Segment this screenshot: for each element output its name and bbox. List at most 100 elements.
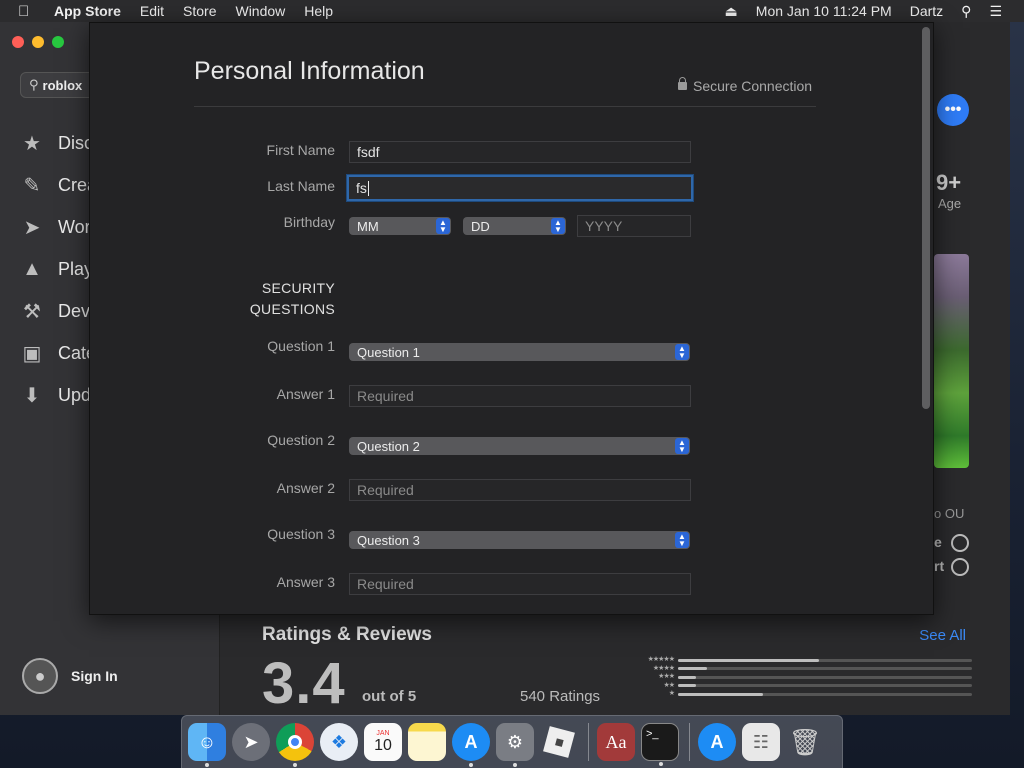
app-link-text[interactable]: e	[934, 534, 942, 550]
question-1-select[interactable]: Question 1 ▲ ▼	[349, 343, 690, 361]
roblox-icon[interactable]	[540, 723, 578, 761]
lock-icon	[678, 77, 687, 90]
first-name-value: fsdf	[357, 144, 380, 160]
rating-score: 3.4	[262, 651, 346, 716]
rating-bar-row: ★★★★★	[622, 656, 972, 664]
rating-stars-icon: ★★★★★	[647, 656, 675, 663]
terminal-icon[interactable]: >_	[641, 723, 679, 766]
running-indicator	[205, 763, 209, 767]
sidebar-item-label: Disc	[58, 132, 93, 153]
answer-1-field[interactable]: Required	[349, 385, 691, 407]
security-heading-line2: QUESTIONS	[249, 301, 335, 317]
answer-3-field[interactable]: Required	[349, 573, 691, 595]
document-icon[interactable]: ☷	[742, 723, 780, 761]
chevron-up-down-icon: ▲ ▼	[675, 344, 689, 360]
answer-1-placeholder: Required	[357, 388, 414, 404]
rating-bar-fill	[678, 658, 820, 662]
rating-distribution: ★★★★★ ★★★★ ★★★ ★★ ★	[622, 656, 972, 699]
brush-icon: ✎	[23, 174, 41, 197]
ratings-and-reviews: Ratings & Reviews See All 3.4 out of 5 5…	[262, 622, 972, 716]
trash-icon[interactable]: 🗑	[786, 723, 824, 761]
menu-window[interactable]: Window	[235, 3, 285, 19]
star-icon: ★	[23, 132, 41, 155]
birthday-month-value: MM	[357, 218, 379, 234]
answer-2-label: Answer 2	[276, 480, 335, 496]
last-name-value: fs	[356, 180, 367, 196]
paper-plane-icon: ➤	[23, 216, 41, 239]
birthday-month-select[interactable]: MM ▲ ▼	[349, 217, 451, 235]
security-questions-heading: SECURITY QUESTIONS	[194, 278, 335, 320]
menu-user[interactable]: Dartz	[910, 3, 943, 19]
answer-2-field[interactable]: Required	[349, 479, 691, 501]
age-rating: 9+	[936, 170, 962, 195]
running-indicator	[513, 763, 517, 767]
finder-icon[interactable]: ☺	[188, 723, 226, 767]
sheet-title: Personal Information	[194, 57, 425, 85]
hammer-icon: ⚒	[23, 300, 41, 323]
rocket-icon: ▲	[22, 257, 42, 280]
menu-extras: ⏏ Mon Jan 10 11:24 PM Dartz ⚲ ☰	[725, 3, 1024, 20]
calendar-month: JAN	[376, 729, 390, 737]
secure-label: Secure Connection	[693, 78, 813, 94]
sheet-scrollbar[interactable]	[922, 27, 930, 409]
avatar-icon: ●	[22, 658, 58, 694]
notification-center-icon[interactable]: ☰	[989, 3, 1002, 20]
question-2-select[interactable]: Question 2 ▲ ▼	[349, 437, 690, 455]
last-name-field[interactable]: fs	[347, 175, 693, 201]
menu-help[interactable]: Help	[304, 3, 333, 19]
question-2-label: Question 2	[267, 432, 335, 448]
spotlight-search-icon[interactable]: ⚲	[961, 3, 971, 20]
ratings-title: Ratings & Reviews	[262, 624, 432, 645]
categories-icon: ▣	[22, 342, 42, 365]
game-screenshot[interactable]	[934, 254, 969, 468]
notes-icon[interactable]	[408, 723, 446, 761]
question-1-label: Question 1	[267, 338, 335, 354]
text-caret	[367, 180, 369, 196]
support-icon[interactable]	[951, 558, 969, 576]
safari-icon[interactable]: ❖	[320, 723, 358, 761]
compass-icon[interactable]	[951, 534, 969, 552]
calendar-icon[interactable]: JAN 10	[364, 723, 402, 761]
birthday-day-select[interactable]: DD ▲ ▼	[463, 217, 566, 235]
menu-bar:  App Store Edit Store Window Help ⏏ Mon…	[0, 0, 1024, 22]
close-window-button[interactable]	[12, 36, 24, 48]
birthday-year-field[interactable]: YYYY	[577, 215, 691, 237]
menu-edit[interactable]: Edit	[140, 3, 164, 19]
sign-in-button[interactable]: ● Sign In	[22, 658, 118, 694]
chrome-icon[interactable]	[276, 723, 314, 767]
see-all-link[interactable]: See All	[919, 627, 966, 644]
running-indicator	[469, 763, 473, 767]
menu-store[interactable]: Store	[183, 3, 216, 19]
launchpad-icon[interactable]: ➤	[232, 723, 270, 761]
rating-bar-row: ★★★★	[622, 665, 972, 673]
more-options-button[interactable]: •••	[937, 94, 969, 126]
rating-bar-track	[678, 684, 972, 687]
rating-bar-row: ★	[622, 690, 972, 698]
terminal-label: >_	[646, 728, 659, 740]
download-icon: ⬇	[23, 384, 41, 407]
question-1-value: Question 1	[357, 344, 420, 360]
menu-app-store[interactable]: App Store	[54, 3, 121, 19]
eject-icon[interactable]: ⏏	[725, 3, 738, 20]
app-store-folder-icon[interactable]: A	[698, 723, 736, 761]
rating-bar-fill	[678, 692, 764, 696]
search-icon: ⚲	[29, 77, 39, 92]
dock-separator	[689, 723, 690, 761]
first-name-field[interactable]: fsdf	[349, 141, 691, 163]
rating-bar-track	[678, 658, 972, 662]
security-heading-line1: SECURITY	[261, 280, 335, 296]
menu-clock[interactable]: Mon Jan 10 11:24 PM	[756, 3, 892, 19]
running-indicator	[659, 762, 663, 766]
dictionary-icon[interactable]: Aa	[597, 723, 635, 761]
dock: ☺ ➤ ❖ JAN 10 A ⚙ Aa >_ A ☷ 🗑	[181, 715, 843, 768]
age-label: Age	[938, 196, 962, 211]
minimize-window-button[interactable]	[32, 36, 44, 48]
app-support-text[interactable]: rt	[934, 558, 944, 574]
zoom-window-button[interactable]	[52, 36, 64, 48]
question-3-select[interactable]: Question 3 ▲ ▼	[349, 531, 690, 549]
app-store-icon[interactable]: A	[452, 723, 490, 767]
system-preferences-icon[interactable]: ⚙	[496, 723, 534, 767]
apple-logo-icon[interactable]: 	[18, 3, 36, 20]
birthday-year-placeholder: YYYY	[585, 218, 623, 234]
rating-bar-row: ★★★	[622, 673, 972, 681]
